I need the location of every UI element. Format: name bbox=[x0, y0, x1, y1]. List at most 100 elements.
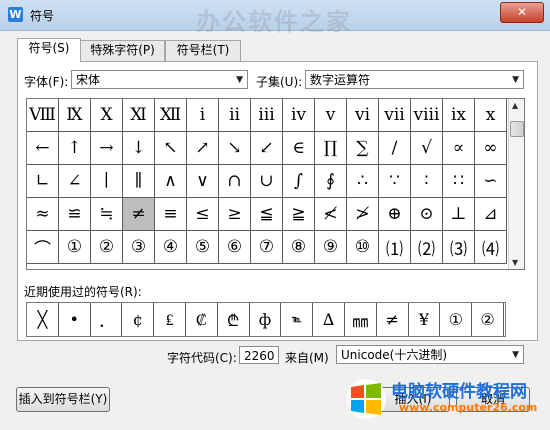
recent-symbol-cell[interactable]: ℡ bbox=[281, 303, 314, 336]
symbol-cell[interactable]: Ⅻ bbox=[155, 99, 187, 132]
scroll-thumb[interactable] bbox=[510, 121, 524, 137]
symbol-cell[interactable]: ③ bbox=[123, 231, 155, 264]
symbol-cell[interactable]: ↘ bbox=[219, 132, 251, 165]
recent-symbol-cell[interactable]: ¢ bbox=[122, 303, 155, 336]
symbol-cell[interactable]: ∟ bbox=[27, 165, 59, 198]
symbol-cell[interactable]: ⑷ bbox=[475, 231, 507, 264]
symbol-cell[interactable]: ② bbox=[91, 231, 123, 264]
symbol-cell[interactable]: ∫ bbox=[283, 165, 315, 198]
symbol-cell[interactable]: ≡ bbox=[155, 198, 187, 231]
recent-symbol-cell[interactable]: ₤ bbox=[154, 303, 186, 336]
symbol-cell[interactable]: ∮ bbox=[315, 165, 347, 198]
symbol-cell[interactable]: ⊕ bbox=[379, 198, 411, 231]
close-button[interactable]: ✕ bbox=[500, 2, 544, 23]
symbol-cell[interactable]: ≤ bbox=[187, 198, 219, 231]
symbol-cell[interactable]: ⑨ bbox=[315, 231, 347, 264]
symbol-cell[interactable]: ∧ bbox=[155, 165, 187, 198]
symbol-cell[interactable]: ≥ bbox=[219, 198, 251, 231]
symbol-cell[interactable]: ∥ bbox=[123, 165, 155, 198]
symbol-cell[interactable]: ⅴ bbox=[315, 99, 347, 132]
insert-to-symbol-bar-button[interactable]: 插入到符号栏(Y) bbox=[16, 387, 110, 412]
recent-symbol-cell[interactable]: ∆ bbox=[313, 303, 345, 336]
symbol-cell[interactable]: ∠ bbox=[59, 165, 91, 198]
recent-symbol-cell[interactable]: ． bbox=[91, 303, 123, 336]
symbol-cell[interactable]: ⑥ bbox=[219, 231, 251, 264]
recent-symbol-cell[interactable]: ① bbox=[440, 303, 473, 336]
symbol-cell[interactable]: ≒ bbox=[91, 198, 123, 231]
symbol-cell[interactable]: ∵ bbox=[379, 165, 411, 198]
tab-special-chars[interactable]: 特殊字符(P) bbox=[80, 40, 165, 61]
symbol-cell[interactable]: ≌ bbox=[59, 198, 91, 231]
symbol-cell[interactable]: Ⅺ bbox=[123, 99, 155, 132]
symbol-cell[interactable]: ∩ bbox=[219, 165, 251, 198]
symbol-cell[interactable]: ← bbox=[27, 132, 59, 165]
symbol-cell[interactable]: Ⅹ bbox=[91, 99, 123, 132]
subset-select[interactable]: 数字运算符 ▼ bbox=[305, 70, 524, 89]
symbol-cell[interactable]: ④ bbox=[155, 231, 187, 264]
recent-symbol-cell[interactable]: ¥ bbox=[409, 303, 441, 336]
from-select[interactable]: Unicode(十六进制) ▼ bbox=[336, 345, 524, 364]
recent-symbol-cell[interactable]: ₡ bbox=[186, 303, 218, 336]
symbol-cell[interactable]: ∕ bbox=[379, 132, 411, 165]
symbol-cell[interactable]: ⊙ bbox=[411, 198, 443, 231]
tab-symbols[interactable]: 符号(S) bbox=[17, 38, 81, 62]
symbol-cell[interactable]: ⑩ bbox=[347, 231, 379, 264]
symbol-cell[interactable]: ≧ bbox=[283, 198, 315, 231]
symbol-cell[interactable]: ⑶ bbox=[443, 231, 475, 264]
symbol-cell[interactable]: ↖ bbox=[155, 132, 187, 165]
symbol-cell[interactable]: ∞ bbox=[475, 132, 507, 165]
symbol-cell[interactable]: ∽ bbox=[475, 165, 507, 198]
symbol-cell[interactable]: ∈ bbox=[283, 132, 315, 165]
scroll-up-icon[interactable]: ▲ bbox=[512, 101, 518, 110]
symbol-cell[interactable]: ⅶ bbox=[379, 99, 411, 132]
symbol-cell[interactable]: ⅲ bbox=[251, 99, 283, 132]
symbol-cell[interactable]: ↗ bbox=[187, 132, 219, 165]
symbol-cell[interactable]: ⅷ bbox=[411, 99, 443, 132]
symbol-cell[interactable]: ∝ bbox=[443, 132, 475, 165]
symbol-cell[interactable]: Ⅸ bbox=[59, 99, 91, 132]
symbol-cell[interactable]: ⅱ bbox=[219, 99, 251, 132]
symbol-cell[interactable]: ⑦ bbox=[251, 231, 283, 264]
symbol-cell[interactable]: ⊿ bbox=[475, 198, 507, 231]
symbol-cell[interactable]: ⊥ bbox=[443, 198, 475, 231]
scroll-down-icon[interactable]: ▼ bbox=[512, 258, 518, 267]
symbol-cell[interactable]: → bbox=[91, 132, 123, 165]
vertical-scrollbar[interactable]: ▲ ▼ bbox=[508, 99, 524, 269]
symbol-cell[interactable]: ⑴ bbox=[379, 231, 411, 264]
symbol-cell[interactable]: ∴ bbox=[347, 165, 379, 198]
symbol-cell[interactable]: ⅵ bbox=[347, 99, 379, 132]
symbol-cell[interactable]: ⌒ bbox=[27, 231, 59, 264]
symbol-cell[interactable]: ↓ bbox=[123, 132, 155, 165]
symbol-cell[interactable]: ≠ bbox=[123, 198, 155, 231]
symbol-cell[interactable]: ∪ bbox=[251, 165, 283, 198]
font-select[interactable]: 宋体 ▼ bbox=[71, 70, 248, 89]
symbol-cell[interactable]: ⑧ bbox=[283, 231, 315, 264]
symbol-cell[interactable]: ≦ bbox=[251, 198, 283, 231]
symbol-cell[interactable]: ≯ bbox=[347, 198, 379, 231]
symbol-cell[interactable]: ≈ bbox=[27, 198, 59, 231]
recent-symbol-cell[interactable]: ₾ bbox=[218, 303, 250, 336]
symbol-cell[interactable]: ⅹ bbox=[475, 99, 507, 132]
recent-symbol-cell[interactable]: ② bbox=[472, 303, 504, 336]
symbol-cell[interactable]: ⅸ bbox=[443, 99, 475, 132]
recent-symbol-cell[interactable]: ╳ bbox=[27, 303, 59, 336]
symbol-cell[interactable]: ↑ bbox=[59, 132, 91, 165]
symbol-cell[interactable]: ∷ bbox=[443, 165, 475, 198]
recent-symbol-cell[interactable]: • bbox=[59, 303, 91, 336]
symbol-cell[interactable]: ∑ bbox=[347, 132, 379, 165]
symbol-cell[interactable]: ⅰ bbox=[187, 99, 219, 132]
char-code-input[interactable]: 2260 bbox=[239, 346, 279, 364]
symbol-cell[interactable]: ∶ bbox=[411, 165, 443, 198]
symbol-cell[interactable]: Ⅷ bbox=[27, 99, 59, 132]
symbol-cell[interactable]: ⅳ bbox=[283, 99, 315, 132]
recent-symbol-cell[interactable]: ㎜ bbox=[345, 303, 377, 336]
symbol-cell[interactable]: ⑤ bbox=[187, 231, 219, 264]
symbol-cell[interactable]: ∏ bbox=[315, 132, 347, 165]
tab-symbol-bar[interactable]: 符号栏(T) bbox=[165, 40, 241, 61]
symbol-cell[interactable]: ⑵ bbox=[411, 231, 443, 264]
recent-symbol-cell[interactable]: ф bbox=[250, 303, 282, 336]
symbol-cell[interactable]: ∨ bbox=[187, 165, 219, 198]
symbol-cell[interactable]: ① bbox=[59, 231, 91, 264]
symbol-cell[interactable]: √ bbox=[411, 132, 443, 165]
symbol-cell[interactable]: ≮ bbox=[315, 198, 347, 231]
